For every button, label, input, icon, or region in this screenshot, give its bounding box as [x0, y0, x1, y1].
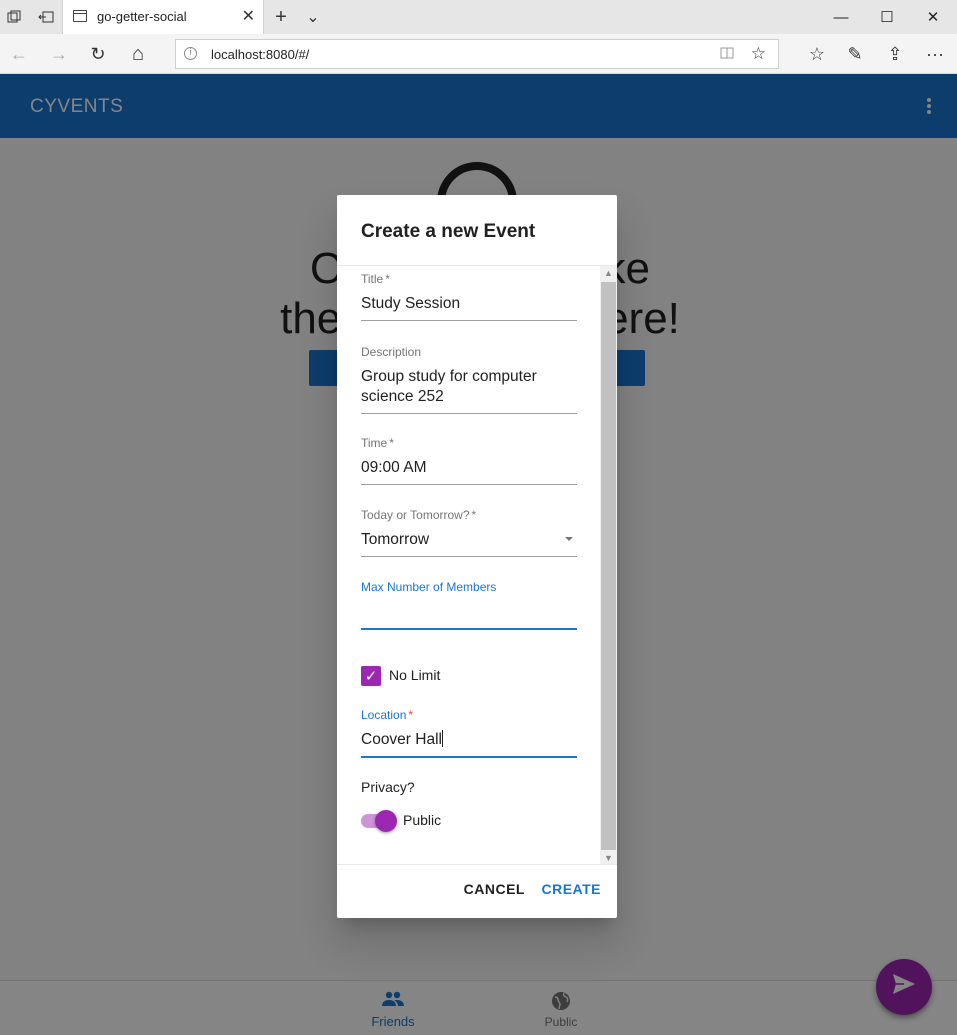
forward-button[interactable]: → [42, 38, 76, 70]
time-input[interactable]: 09:00 AM [361, 458, 577, 478]
back-button[interactable]: ← [2, 38, 36, 70]
title-input[interactable]: Study Session [361, 294, 577, 314]
day-select[interactable]: Tomorrow [361, 530, 577, 550]
close-window-button[interactable]: ✕ [910, 0, 956, 34]
dialog-scrollbar[interactable]: ▲ ▼ [600, 266, 617, 864]
input-underline [361, 413, 577, 414]
required-asterisk: * [385, 272, 390, 286]
tab-close-icon[interactable]: ✕ [242, 6, 255, 26]
no-limit-checkbox[interactable]: ✓ [361, 666, 381, 686]
tab-manager-icon[interactable] [4, 0, 24, 34]
required-asterisk: * [389, 436, 394, 450]
tab-title: go-getter-social [97, 9, 187, 24]
max-members-input[interactable] [361, 602, 577, 622]
privacy-switch-label[interactable]: Public [403, 812, 441, 828]
scroll-down-icon[interactable]: ▼ [600, 851, 617, 864]
favorite-star-icon[interactable]: ☆ [751, 44, 766, 64]
input-underline [361, 628, 577, 630]
description-textarea[interactable]: Group study for computer science 252 [361, 367, 577, 407]
description-line: science 252 [361, 388, 444, 405]
favorites-icon[interactable]: ☆ [800, 38, 834, 70]
text-caret [441, 730, 443, 747]
browser-tab[interactable]: go-getter-social ✕ [62, 0, 264, 34]
dialog-title: Create a new Event [361, 221, 536, 242]
location-value: Coover Hall [361, 731, 442, 748]
title-label: Title [361, 272, 384, 286]
home-button[interactable]: ⌂ [121, 38, 155, 70]
maximize-button[interactable]: ☐ [864, 0, 910, 34]
title-field[interactable]: Title * Study Session [361, 272, 577, 321]
scroll-up-icon[interactable]: ▲ [600, 266, 617, 281]
input-underline [361, 756, 577, 758]
time-field[interactable]: Time * 09:00 AM [361, 436, 577, 485]
day-label: Today or Tomorrow? [361, 508, 470, 522]
page-icon [73, 10, 87, 22]
new-tab-button[interactable]: + [268, 0, 294, 34]
create-button[interactable]: CREATE [541, 881, 601, 897]
web-notes-icon[interactable]: ✎ [838, 38, 872, 70]
required-asterisk: * [471, 508, 477, 522]
location-input[interactable]: Coover Hall [361, 730, 577, 750]
privacy-toggle[interactable] [361, 810, 397, 832]
dialog-content: Title * Study Session Description Group s… [337, 265, 617, 865]
max-members-field[interactable]: Max Number of Members [361, 580, 577, 630]
browser-nav-bar: ← → ↻ ⌂ i localhost:8080/#/ ☆ ☆ ✎ ⇪ ··· [0, 34, 957, 74]
day-select-field[interactable]: Today or Tomorrow? * Tomorrow [361, 508, 577, 557]
max-members-label: Max Number of Members [361, 580, 497, 594]
no-limit-label[interactable]: No Limit [389, 667, 440, 683]
description-label: Description [361, 345, 422, 359]
scrollbar-thumb[interactable] [601, 282, 616, 850]
set-tabs-aside-icon[interactable] [36, 0, 56, 34]
input-underline [361, 484, 577, 485]
description-field[interactable]: Description Group study for computer sci… [361, 345, 577, 414]
minimize-button[interactable]: — [818, 0, 864, 34]
privacy-label: Privacy? [361, 779, 415, 795]
check-icon: ✓ [364, 667, 378, 685]
cancel-button[interactable]: CANCEL [464, 881, 525, 897]
location-label: Location [361, 708, 407, 722]
required-asterisk: * [408, 708, 414, 722]
create-event-dialog: Create a new Event Title * Study Session … [337, 195, 617, 918]
share-icon[interactable]: ⇪ [878, 38, 912, 70]
refresh-button[interactable]: ↻ [81, 38, 115, 70]
location-field[interactable]: Location * Coover Hall [361, 708, 577, 758]
dialog-actions: CANCEL CREATE [337, 865, 617, 918]
reading-view-icon[interactable] [720, 46, 734, 63]
time-label: Time [361, 436, 388, 450]
more-menu-icon[interactable]: ··· [918, 38, 952, 70]
address-bar[interactable]: i localhost:8080/#/ ☆ [175, 39, 779, 69]
input-underline [361, 556, 577, 557]
browser-tab-bar: go-getter-social ✕ + ⌄ — ☐ ✕ [0, 0, 957, 34]
url-text[interactable]: localhost:8080/#/ [211, 47, 309, 62]
toggle-thumb[interactable] [375, 810, 397, 832]
description-line: Group study for computer [361, 368, 537, 385]
dropdown-arrow-icon[interactable] [565, 537, 573, 541]
tab-list-chevron-icon[interactable]: ⌄ [300, 0, 326, 34]
site-info-icon[interactable]: i [184, 47, 197, 60]
input-underline [361, 320, 577, 321]
